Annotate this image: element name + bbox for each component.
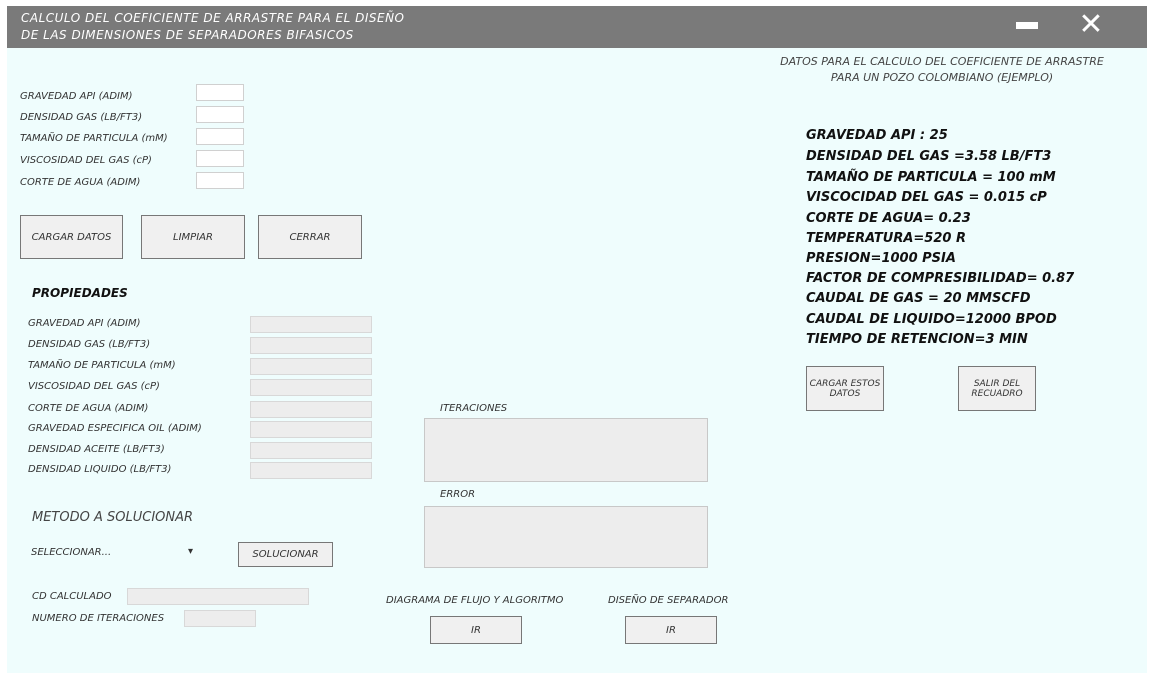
prop-label-water-cut: CORTE DE AGUA (ADIM) [28,403,149,414]
error-label: ERROR [440,489,476,500]
go-flow-diagram-button[interactable]: IR [430,616,522,644]
method-select[interactable]: SELECCIONAR... ▾ [31,543,197,563]
method-label: METODO A SOLUCIONAR [32,510,194,525]
error-output [424,506,708,568]
example-line: TAMAÑO DE PARTICULA = 100 mM [806,170,1056,185]
input-label-water-cut: CORTE DE AGUA (ADIM) [20,177,141,188]
load-example-label-1: CARGAR ESTOS [809,378,881,389]
go-separator-design-button[interactable]: IR [625,616,717,644]
example-header-line-2: PARA UN POZO COLOMBIANO (EJEMPLO) [830,71,1054,84]
example-line: FACTOR DE COMPRESIBILIDAD= 0.87 [806,271,1075,286]
example-line: CAUDAL DE LIQUIDO=12000 BPOD [806,312,1057,327]
minimize-icon[interactable] [1016,22,1038,29]
close-icon[interactable]: ✕ [1074,10,1108,40]
prop-label-liquid-density: DENSIDAD LIQUIDO (LB/FT3) [28,464,172,475]
particle-size-input[interactable] [196,128,244,145]
prop-api-field [250,316,372,333]
prop-label-gas-density: DENSIDAD GAS (LB/FT3) [28,339,151,350]
iterations-output [424,418,708,482]
window-title-line-2: DE LAS DIMENSIONES DE SEPARADORES BIFASI… [21,28,354,42]
prop-gas-density-field [250,337,372,354]
load-data-button[interactable]: CARGAR DATOS [20,215,123,259]
prop-label-api: GRAVEDAD API (ADIM) [28,318,141,329]
example-line: GRAVEDAD API : 25 [806,128,948,143]
chevron-down-icon[interactable]: ▾ [188,546,193,557]
example-line: TIEMPO DE RETENCION=3 MIN [806,332,1028,347]
exit-panel-label-1: SALIR DEL [973,378,1021,389]
gas-density-input[interactable] [196,106,244,123]
example-line: TEMPERATURA=520 R [806,231,966,246]
input-label-api: GRAVEDAD API (ADIM) [20,91,133,102]
prop-label-oil-density: DENSIDAD ACEITE (LB/FT3) [28,444,165,455]
input-label-gas-density: DENSIDAD GAS (LB/FT3) [20,112,143,123]
flow-diagram-label: DIAGRAMA DE FLUJO Y ALGORITMO [386,595,564,606]
cd-calculated-label: CD CALCULADO [32,591,112,602]
load-example-label-2: DATOS [829,388,861,399]
prop-label-oil-sg: GRAVEDAD ESPECIFICA OIL (ADIM) [28,423,202,434]
cd-calculated-field [127,588,309,605]
example-line: CORTE DE AGUA= 0.23 [806,211,971,226]
example-line: PRESION=1000 PSIA [806,251,956,266]
method-select-value: SELECCIONAR... [31,547,112,558]
exit-panel-label-2: RECUADRO [971,388,1023,399]
prop-gas-viscosity-field [250,379,372,396]
gas-viscosity-input[interactable] [196,150,244,167]
window-title-line-1: CALCULO DEL COEFICIENTE DE ARRASTRE PARA… [21,11,405,25]
load-example-button[interactable]: CARGAR ESTOS DATOS [806,366,884,411]
example-line: CAUDAL DE GAS = 20 MMSCFD [806,291,1031,306]
input-label-gas-viscosity: VISCOSIDAD DEL GAS (cP) [20,155,152,166]
prop-oil-density-field [250,442,372,459]
iterations-label: ITERACIONES [440,403,508,414]
prop-oil-sg-field [250,421,372,438]
prop-water-cut-field [250,401,372,418]
input-label-particle-size: TAMAÑO DE PARTICULA (mM) [20,133,168,144]
main-panel: GRAVEDAD API (ADIM) DENSIDAD GAS (LB/FT3… [7,48,1147,673]
exit-panel-button[interactable]: SALIR DEL RECUADRO [958,366,1036,411]
api-gravity-input[interactable] [196,84,244,101]
prop-particle-size-field [250,358,372,375]
example-line: DENSIDAD DEL GAS =3.58 LB/FT3 [806,149,1052,164]
example-header-line-1: DATOS PARA EL CALCULO DEL COEFICIENTE DE… [780,55,1104,68]
properties-heading: PROPIEDADES [32,286,128,300]
water-cut-input[interactable] [196,172,244,189]
close-button[interactable]: CERRAR [258,215,362,259]
title-bar: CALCULO DEL COEFICIENTE DE ARRASTRE PARA… [7,6,1147,48]
example-line: VISCOCIDAD DEL GAS = 0.015 cP [806,190,1047,205]
prop-label-particle-size: TAMAÑO DE PARTICULA (mM) [28,360,176,371]
separator-design-label: DISEÑO DE SEPARADOR [608,595,729,606]
solve-button[interactable]: SOLUCIONAR [238,542,333,567]
iterations-count-label: NUMERO DE ITERACIONES [32,613,165,624]
iterations-count-field [184,610,256,627]
prop-label-gas-viscosity: VISCOSIDAD DEL GAS (cP) [28,381,160,392]
clear-button[interactable]: LIMPIAR [141,215,245,259]
prop-liquid-density-field [250,462,372,479]
